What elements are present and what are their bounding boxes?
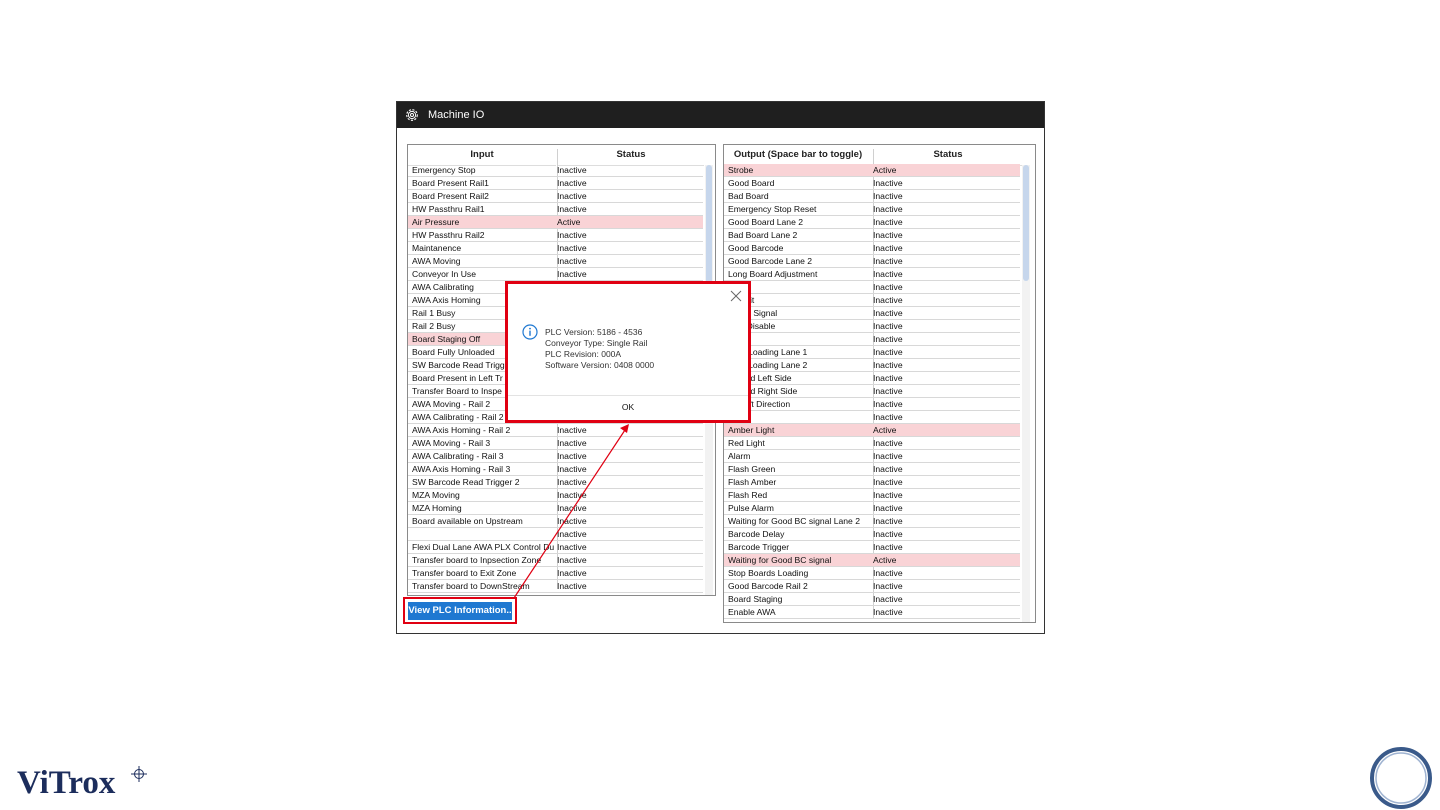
close-icon[interactable] xyxy=(730,289,742,302)
conveyor-type-text: Conveyor Type: Single Rail xyxy=(545,338,648,348)
vitrox-logo: ViTrox xyxy=(17,765,116,801)
dialog-footer: OK xyxy=(508,395,748,420)
plc-revision-text: PLC Revision: 000A xyxy=(545,349,622,359)
plc-info-dialog: PLC Version: 5186 - 4536 Conveyor Type: … xyxy=(505,281,751,423)
ok-button[interactable]: OK xyxy=(614,400,642,414)
plc-version-text: PLC Version: 5186 - 4536 xyxy=(545,327,643,337)
plc-info-lines: PLC Version: 5186 - 4536 Conveyor Type: … xyxy=(545,327,654,371)
crosshair-icon xyxy=(131,766,147,782)
info-icon xyxy=(522,324,538,340)
software-version-text: Software Version: 0408 0000 xyxy=(545,360,655,370)
decorative-circle-icon xyxy=(1370,747,1432,809)
